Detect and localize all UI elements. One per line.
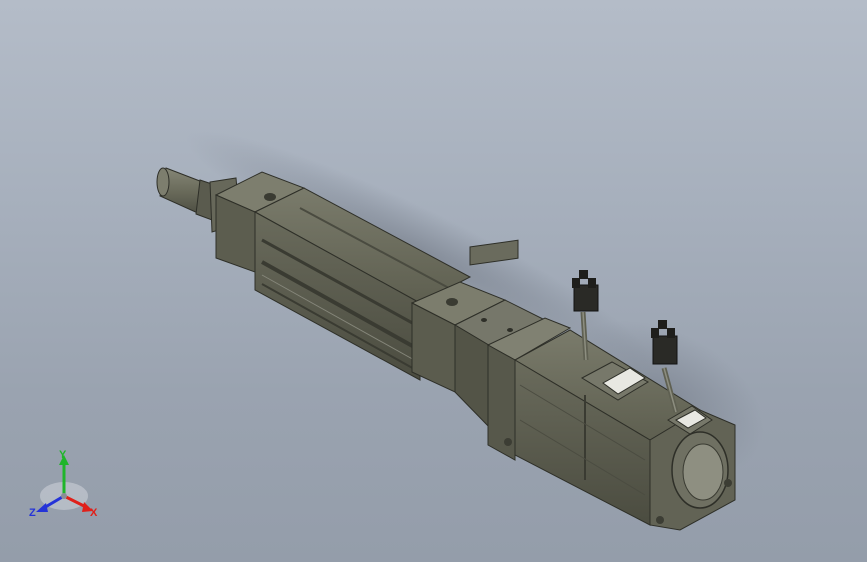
triad-z-label: Z bbox=[29, 507, 36, 519]
model-canvas: Y X Z bbox=[29, 130, 764, 531]
triad-y-label: Y bbox=[59, 449, 67, 461]
orientation-triad[interactable]: Y X Z bbox=[29, 449, 98, 519]
triad-origin bbox=[61, 493, 67, 499]
cad-viewport[interactable]: Y X Z bbox=[0, 0, 867, 562]
triad-z-arrow bbox=[36, 503, 48, 512]
triad-x-label: X bbox=[90, 507, 98, 519]
